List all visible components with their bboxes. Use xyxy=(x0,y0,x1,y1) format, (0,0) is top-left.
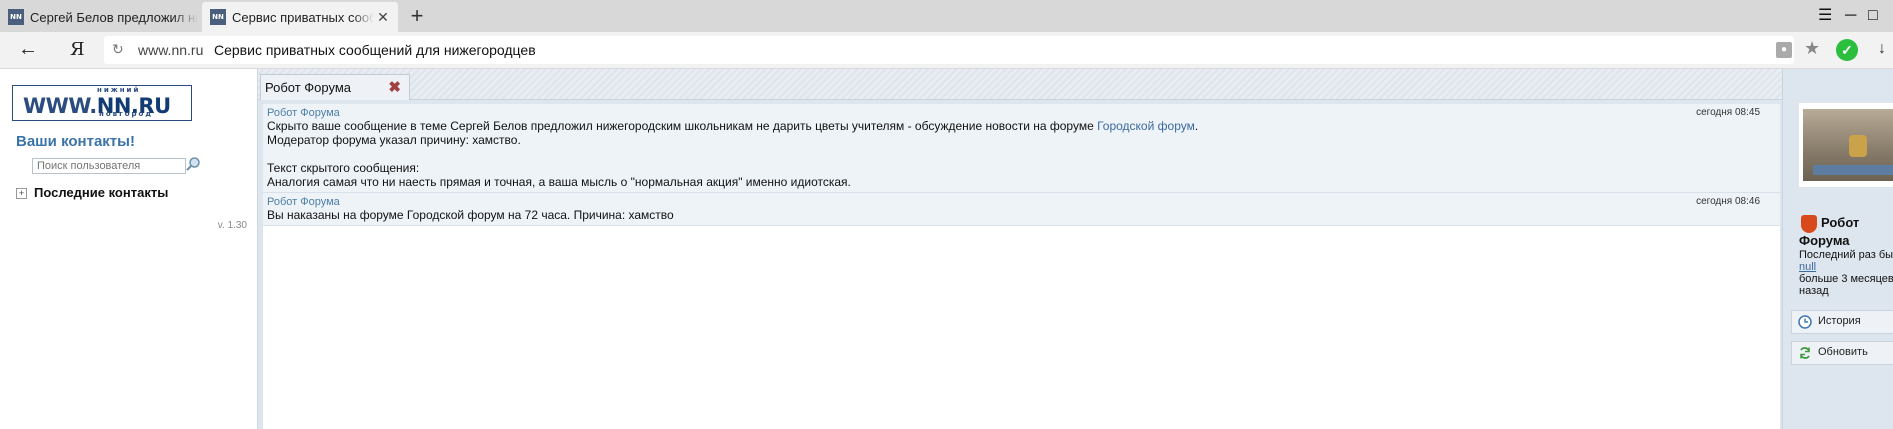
message-item: Робот Форума сегодня 08:45 Скрыто ваше с… xyxy=(263,104,1780,193)
message-time: сегодня 08:45 xyxy=(1696,107,1760,118)
avatar-detail xyxy=(1813,165,1893,175)
close-tab-icon[interactable]: ✕ xyxy=(374,9,392,26)
search-icon[interactable] xyxy=(185,156,201,172)
chat-tab-label: Робот Форума xyxy=(265,80,352,95)
recent-contacts-toggle[interactable]: + Последние контакты xyxy=(16,185,168,200)
contacts-heading: Ваши контакты! xyxy=(16,133,135,150)
bookmark-star-icon[interactable]: ★ xyxy=(1804,38,1820,59)
avatar-image xyxy=(1803,109,1893,181)
forum-link[interactable]: Городской форум xyxy=(1097,119,1195,133)
back-arrow-icon[interactable]: ← xyxy=(18,38,38,61)
expand-plus-icon[interactable]: + xyxy=(16,188,27,199)
avatar[interactable] xyxy=(1799,103,1893,187)
chat-area: Робот Форума ✖ Робот Форума сегодня 08:4… xyxy=(258,69,1893,429)
chat-tab-strip: Робот Форума ✖ xyxy=(258,69,1893,100)
message-author[interactable]: Робот Форума xyxy=(267,107,1780,119)
message-author[interactable]: Робот Форума xyxy=(267,196,1780,208)
browser-tab-forum-news[interactable]: NN Сергей Белов предложил нижегородским … xyxy=(0,2,198,32)
new-tab-button[interactable]: + xyxy=(404,3,430,29)
menu-icon[interactable]: ☰ xyxy=(1818,6,1832,26)
profile-name-second-line: Форума xyxy=(1799,233,1850,248)
profile-panel: Робот Форума Последний раз был null боль… xyxy=(1782,69,1893,429)
clock-icon xyxy=(1798,315,1812,329)
avatar-detail xyxy=(1849,135,1867,157)
yandex-home-button[interactable]: Я xyxy=(70,39,85,60)
profile-name: Робот xyxy=(1821,215,1860,230)
message-body: Вы наказаны на форуме Городской форум на… xyxy=(267,208,674,222)
protect-check-icon[interactable]: ✓ xyxy=(1836,39,1858,61)
refresh-icon xyxy=(1800,347,1810,359)
history-button[interactable]: История xyxy=(1791,310,1893,334)
minimize-icon[interactable]: ─ xyxy=(1845,6,1856,26)
refresh-button[interactable]: Обновить xyxy=(1791,341,1893,365)
browser-nav-bar: ← Я ↻ www.nn.ru Сервис приватных сообщен… xyxy=(0,32,1893,69)
last-seen-status: Последний раз был null больше 3 месяцев … xyxy=(1799,249,1893,297)
tab-title: Сергей Белов предложил нижегородским шко… xyxy=(30,9,198,25)
user-search-input[interactable] xyxy=(32,158,186,174)
address-bar[interactable]: ↻ www.nn.ru Сервис приватных сообщений д… xyxy=(104,36,1820,64)
city-crest-icon xyxy=(1801,215,1817,233)
nn-favicon-icon: NN xyxy=(210,9,226,25)
logo-top-text: нижний xyxy=(97,86,141,94)
refresh-label: Обновить xyxy=(1818,346,1868,358)
nn-ru-logo[interactable]: нижний WWW.NN.RU новгород xyxy=(12,85,192,121)
page-title-in-address: Сервис приватных сообщений для нижегород… xyxy=(214,42,536,58)
tab-title: Сервис приватных сообщений xyxy=(232,9,374,25)
download-icon[interactable]: ↓ xyxy=(1878,40,1886,58)
url-domain: www.nn.ru xyxy=(138,42,204,58)
close-chat-icon[interactable]: ✖ xyxy=(388,78,401,96)
message-time: сегодня 08:46 xyxy=(1696,196,1760,207)
message-list: Робот Форума сегодня 08:45 Скрыто ваше с… xyxy=(263,104,1780,429)
contacts-sidebar: нижний WWW.NN.RU новгород Ваши контакты!… xyxy=(0,69,258,429)
nn-favicon-icon: NN xyxy=(8,9,24,25)
history-label: История xyxy=(1818,315,1861,327)
chat-tab-robot[interactable]: Робот Форума ✖ xyxy=(260,74,410,100)
logo-bottom-text: новгород xyxy=(99,110,154,118)
maximize-icon[interactable]: □ xyxy=(1868,6,1878,26)
message-item: Робот Форума сегодня 08:46 Вы наказаны н… xyxy=(263,193,1780,226)
browser-tab-bar: NN Сергей Белов предложил нижегородским … xyxy=(0,0,1893,32)
version-label: v. 1.30 xyxy=(217,220,247,231)
lock-icon[interactable]: ● xyxy=(1776,42,1792,58)
last-seen-link[interactable]: null xyxy=(1799,261,1893,273)
browser-tab-private-messages[interactable]: NN Сервис приватных сообщений ✕ xyxy=(202,2,398,32)
reload-icon[interactable]: ↻ xyxy=(112,41,124,58)
message-body: Скрыто ваше сообщение в теме Сергей Бело… xyxy=(267,119,1199,189)
